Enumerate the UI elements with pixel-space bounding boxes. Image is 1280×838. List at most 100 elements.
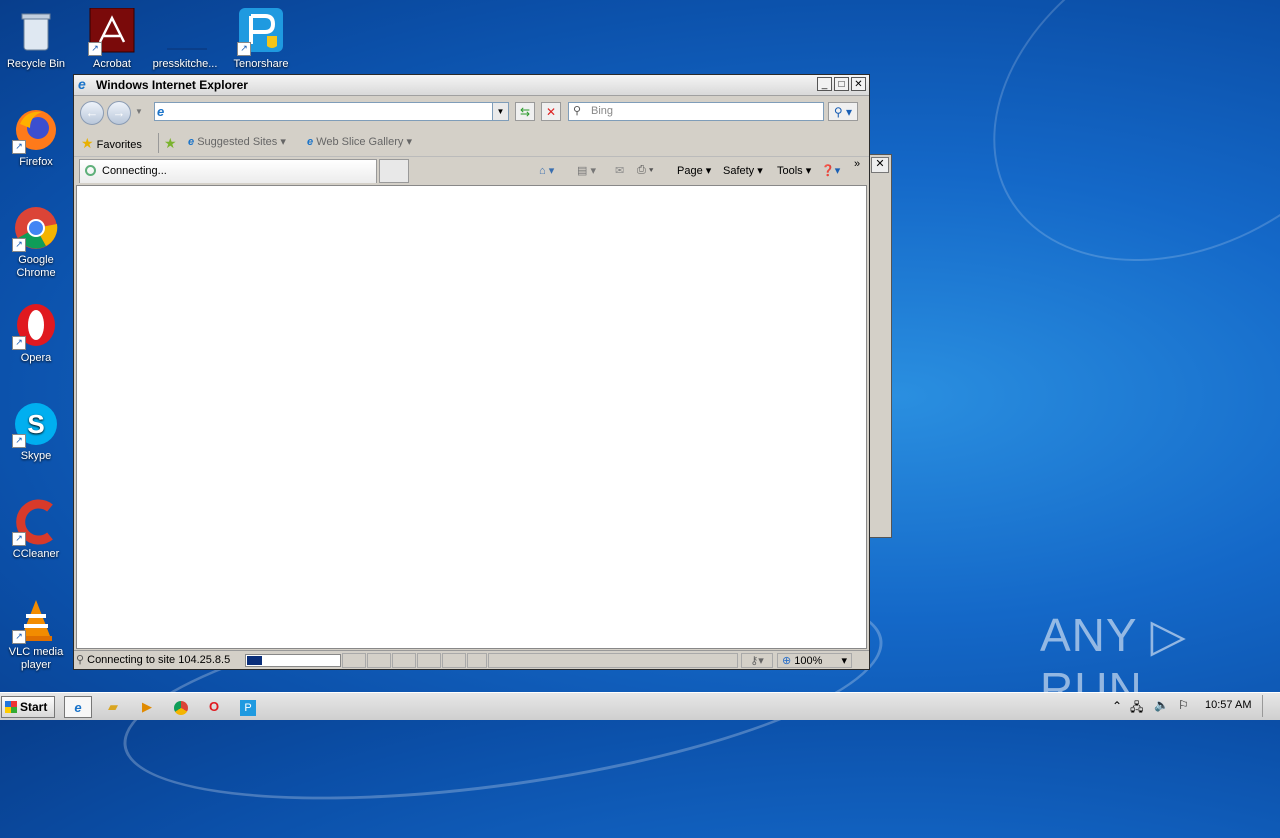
recycle-bin-icon <box>12 8 60 56</box>
desktop-icon-recycle-bin[interactable]: Recycle Bin <box>1 8 71 71</box>
opera-icon: ↗ <box>12 302 60 350</box>
suggested-sites-button[interactable]: e Suggested Sites ▾ <box>188 135 286 148</box>
taskbar-opera[interactable]: O <box>200 696 228 718</box>
favorites-button[interactable]: ★ Favorites <box>81 135 142 152</box>
desktop-icon-ccleaner[interactable]: ↗ CCleaner <box>1 498 71 561</box>
taskbar-chrome[interactable] <box>167 696 195 718</box>
chevron-down-icon: ▾ <box>280 136 286 148</box>
status-pane <box>488 653 738 668</box>
page-menu[interactable]: Page ▾ <box>677 164 711 177</box>
desktop-icon-skype[interactable]: S ↗ Skype <box>1 400 71 463</box>
folder-icon: ▰ <box>108 699 118 714</box>
print-button[interactable]: ⎙ ▾ <box>637 164 653 177</box>
action-center-flag-icon[interactable]: ⚐ <box>1178 698 1189 712</box>
chevron-more-icon[interactable]: » <box>854 158 860 170</box>
desktop-icon-label: Tenorshare <box>233 58 289 70</box>
search-icon: ⚲ <box>573 105 582 117</box>
page-content[interactable] <box>76 185 867 649</box>
ie-icon: e <box>74 700 82 715</box>
refresh-button[interactable]: ⇆ <box>515 102 535 121</box>
maximize-button[interactable]: □ <box>834 77 849 91</box>
status-bar: ⚲ Connecting to site 104.25.8.5 ⚷▾ ⊕ 100… <box>74 650 869 670</box>
web-slice-gallery-label: Web Slice Gallery <box>316 136 404 148</box>
recent-pages-dropdown[interactable]: ▼ <box>135 107 143 116</box>
web-slice-gallery-button[interactable]: e Web Slice Gallery ▾ <box>307 135 412 148</box>
desktop-icon-label: CCleaner <box>12 548 60 560</box>
new-tab-button[interactable] <box>379 159 409 183</box>
tools-menu[interactable]: Tools ▾ <box>777 164 811 177</box>
add-to-favorites-bar-button[interactable]: ★ <box>164 135 177 152</box>
status-text: Connecting to site 104.25.8.5 <box>87 654 231 666</box>
title-bar[interactable]: e Windows Internet Explorer _ □ ✕ <box>74 75 869 96</box>
zoom-button[interactable]: ⊕ 100% ▾ <box>777 653 852 668</box>
tab-label: Connecting... <box>102 165 167 177</box>
show-hidden-icons-button[interactable]: ⌃ <box>1112 699 1122 713</box>
taskbar-ie[interactable]: e <box>64 696 92 718</box>
skype-icon: S ↗ <box>12 400 60 448</box>
ie-page-icon: e <box>188 136 195 148</box>
windows-logo-icon <box>5 701 17 713</box>
taskbar-media-player[interactable]: ▶ <box>133 696 161 718</box>
back-button[interactable]: ← <box>80 101 104 125</box>
desktop-icon-label: Google Chrome <box>16 254 56 279</box>
shortcut-arrow-icon: ↗ <box>237 42 251 56</box>
status-pane <box>342 653 366 668</box>
address-dropdown-button[interactable]: ▼ <box>492 103 508 120</box>
shortcut-arrow-icon: ↗ <box>12 434 26 448</box>
desktop-icon-opera[interactable]: ↗ Opera <box>1 302 71 365</box>
close-button[interactable]: ✕ <box>851 77 866 91</box>
desktop-icon-firefox[interactable]: ↗ Firefox <box>1 106 71 169</box>
safety-menu[interactable]: Safety ▾ <box>723 164 763 177</box>
loading-spinner-icon <box>85 165 96 176</box>
desktop-icon-label: Firefox <box>19 156 53 168</box>
desktop-icon-label: Opera <box>20 352 52 364</box>
status-text-cell: ⚲ Connecting to site 104.25.8.5 <box>76 653 242 668</box>
status-pane <box>367 653 391 668</box>
protected-mode-button[interactable]: ⚷▾ <box>741 653 773 668</box>
navigation-bar: ← → ▼ e ▼ ⇆ ✕ ⚲ Bing ⚲ ▾ <box>74 96 869 128</box>
shortcut-arrow-icon: ↗ <box>12 238 26 252</box>
help-button[interactable]: ❓▾ <box>821 164 840 177</box>
zoom-level: 100% <box>794 655 823 667</box>
status-pane <box>417 653 441 668</box>
ie-logo-icon: e <box>78 76 86 92</box>
tools-menu-label: Tools <box>777 165 803 177</box>
start-label: Start <box>20 700 48 714</box>
search-input[interactable]: ⚲ Bing <box>568 102 824 121</box>
opera-icon: O <box>208 699 220 714</box>
desktop-icon-vlc[interactable]: ↗ VLC media player <box>1 596 71 672</box>
desktop-icon-acrobat[interactable]: ↗ Acrobat <box>77 7 147 71</box>
read-mail-button[interactable]: ✉ <box>615 164 624 177</box>
minimize-button[interactable]: _ <box>817 77 832 91</box>
search-button[interactable]: ⚲ ▾ <box>828 102 858 121</box>
desktop-icon-chrome[interactable]: ↗ Google Chrome <box>1 204 71 280</box>
taskbar-explorer[interactable]: ▰ <box>99 696 127 718</box>
ie-page-icon: e <box>157 104 165 119</box>
firefox-icon: ↗ <box>12 106 60 154</box>
address-bar[interactable]: e ▼ <box>154 102 509 121</box>
browser-tab[interactable]: Connecting... <box>79 159 377 183</box>
show-desktop-button[interactable] <box>1262 695 1278 717</box>
shortcut-arrow-icon: ↗ <box>88 42 102 56</box>
feeds-button[interactable]: ▤ ▾ <box>577 164 596 177</box>
shortcut-arrow-icon: ↗ <box>12 630 26 644</box>
zoom-icon: ⊕ <box>782 655 792 667</box>
taskbar-tenorshare[interactable]: P <box>234 696 262 718</box>
progress-fill <box>247 656 262 665</box>
start-button[interactable]: Start <box>1 696 55 718</box>
forward-button[interactable]: → <box>107 101 131 125</box>
page-menu-label: Page <box>677 165 703 177</box>
favorites-label: Favorites <box>96 139 142 151</box>
desktop-icon-presskitchen[interactable]: presskitche... <box>150 8 220 71</box>
volume-icon[interactable]: 🔈 <box>1154 698 1169 712</box>
search-icon: ⚲ <box>76 654 85 666</box>
close-icon[interactable]: ✕ <box>871 157 889 173</box>
status-pane <box>442 653 466 668</box>
stop-button[interactable]: ✕ <box>541 102 561 121</box>
desktop-icon-tenorshare[interactable]: ↗ Tenorshare <box>226 8 296 71</box>
home-button[interactable]: ⌂ ▾ <box>539 164 554 177</box>
status-pane <box>467 653 487 668</box>
clock[interactable]: 10:57 AM <box>1205 699 1251 711</box>
safety-menu-label: Safety <box>723 165 755 177</box>
network-icon[interactable]: 🖧 <box>1130 698 1143 719</box>
